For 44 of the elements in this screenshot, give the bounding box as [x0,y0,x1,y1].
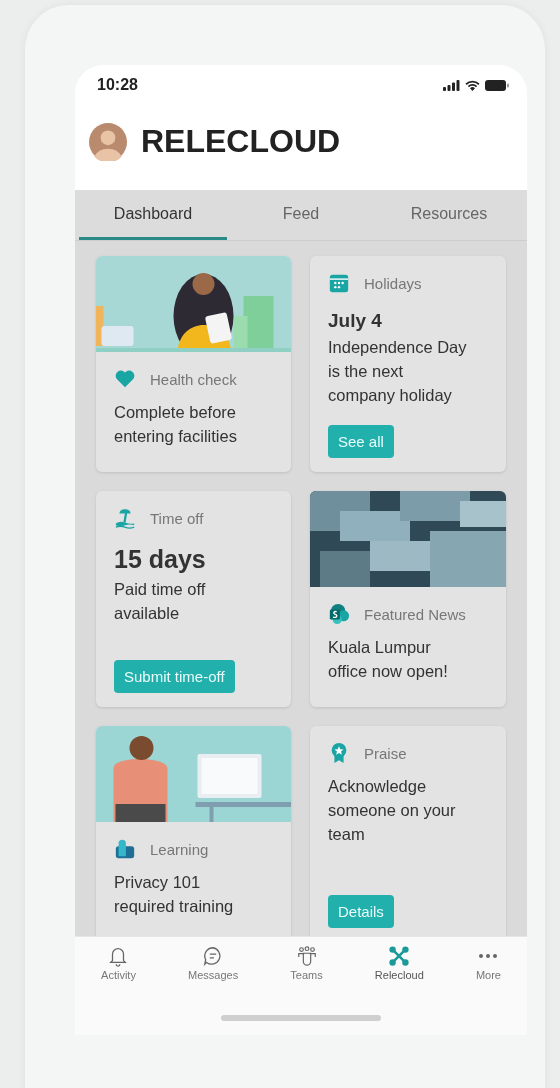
card-label: Learning [150,840,209,858]
nav-item[interactable]: Teams [286,945,327,981]
sharepoint-icon [328,603,350,625]
dashboard-card[interactable]: Featured News Kuala Lumpur office now open! [310,491,506,707]
card-label: Health check [150,370,237,388]
card-label: Holidays [364,274,422,292]
dashboard-card[interactable]: Health check Complete before entering facilities [96,256,291,472]
card-text: Kuala Lumpur office now open! [328,637,449,682]
card-text: Privacy 101 required training [114,872,235,917]
tab[interactable]: Resources [375,190,523,240]
card-text: Independence Day is the next company holiday [328,337,468,406]
card-button[interactable]: Details [328,895,394,928]
signal-icon [443,79,460,91]
nav-item[interactable]: Activity [97,945,140,981]
card-headline: July 4 [328,310,383,332]
card-headline: 15 days [114,545,207,574]
card-label: Time off [150,509,204,527]
nav-item[interactable]: Relecloud [370,945,428,981]
people-icon [295,945,318,967]
card-text: Paid time off available [114,579,207,624]
dashboard-card[interactable]: Time off 15 days Paid time off available Submit time-off [96,491,291,707]
wifi-icon [465,79,480,91]
battery-icon [485,79,509,91]
dashboard-card[interactable]: Learning Privacy 101 required training [96,726,291,936]
card-text: Acknowledge someone on your team [328,776,457,845]
card-text: Complete before entering facilities [114,402,238,447]
more-icon [479,954,498,958]
tab[interactable]: Feed [227,190,375,240]
calendar-icon [328,272,350,294]
card-button[interactable]: Submit time-off [114,660,235,693]
dashboard-card[interactable]: Praise Acknowledge someone on your team Details [310,726,506,936]
card-button[interactable]: See all [328,425,394,458]
avatar-icon[interactable] [89,122,127,161]
card-label: Featured News [364,605,466,623]
nav-item[interactable]: Messages [184,945,243,981]
app-logo-icon [388,945,411,967]
heart-icon [114,368,136,390]
app-title: RELECLOUD [141,123,341,160]
beach-icon [114,507,136,529]
nav-item[interactable]: More [471,945,505,981]
dashboard-card[interactable]: Holidays July 4 Independence Day is the next company holiday See all [310,256,506,472]
learning-icon [114,838,136,860]
card-label: Praise [364,744,407,762]
status-time: 10:28 [97,76,138,94]
